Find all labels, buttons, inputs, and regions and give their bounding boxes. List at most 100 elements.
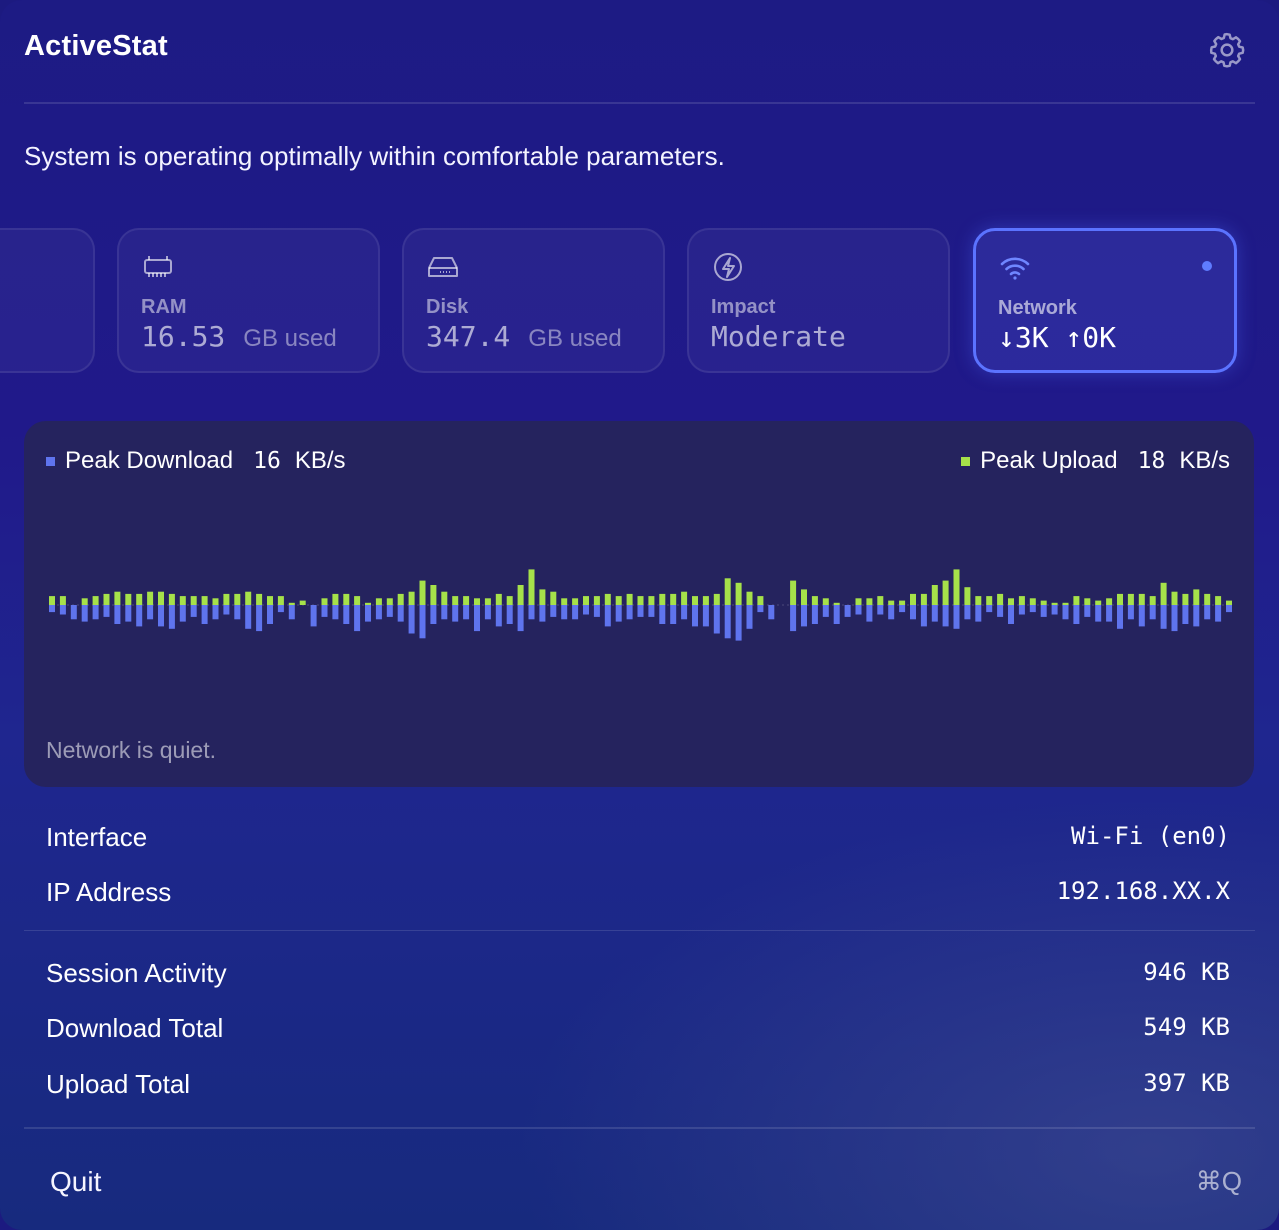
upload-bar [1062, 602, 1069, 605]
download-bar [354, 605, 361, 632]
card-partial[interactable] [0, 228, 95, 373]
download-bar [81, 605, 88, 622]
card-ram[interactable]: RAM 16.53 GB used [117, 228, 380, 373]
download-bar [92, 605, 99, 620]
download-bar [1182, 605, 1189, 624]
download-bar [822, 605, 829, 617]
download-bar [942, 605, 949, 627]
disk-value: 347.4 [426, 320, 511, 353]
traffic-bars [49, 569, 1232, 641]
hard-drive-icon [428, 257, 458, 277]
disk-unit: GB used [528, 325, 622, 352]
ram-label: RAM [141, 296, 187, 318]
download-bar [517, 605, 524, 632]
download-bar [256, 605, 263, 632]
download-bar [136, 605, 143, 627]
download-bar [1117, 605, 1123, 629]
download-bar [561, 605, 568, 620]
upload-bar [659, 593, 666, 605]
download-bar [888, 605, 895, 620]
upload-bar [495, 593, 502, 605]
gear-icon[interactable] [1207, 30, 1247, 70]
download-bar [310, 605, 317, 627]
download-bar [681, 605, 688, 620]
download-bar [1062, 605, 1069, 620]
ip-label: IP Address [46, 877, 172, 907]
download-bar [757, 605, 764, 613]
download-bar [1171, 605, 1178, 632]
download-bar [1018, 605, 1025, 615]
download-bar [1149, 605, 1156, 620]
upload-bar [49, 596, 55, 605]
download-bar [1029, 605, 1036, 613]
upload-bar [484, 598, 491, 605]
download-bar [70, 605, 77, 620]
upload-bar [539, 589, 546, 605]
upload-bar [1106, 598, 1113, 605]
upload-bar [1117, 593, 1123, 605]
upload-bar [822, 598, 829, 605]
upload-bar [1018, 596, 1025, 605]
download-bar [223, 605, 230, 615]
download-bar [408, 605, 415, 634]
upload-bar [430, 585, 437, 605]
download-bar [713, 605, 720, 634]
upload-bar [953, 569, 960, 605]
upload-bar [790, 580, 797, 605]
download-bar [288, 605, 295, 620]
download-bar [234, 605, 241, 620]
upload-bar [397, 593, 404, 605]
download-bar [1215, 605, 1222, 622]
download-bar [386, 605, 393, 617]
upload-bar [735, 582, 742, 605]
status-message: System is operating optimally within com… [24, 141, 725, 171]
upload-bar [1138, 593, 1145, 605]
upload-bar [833, 602, 840, 605]
interface-value: Wi-Fi (en0) [1071, 822, 1230, 850]
upload-bar [1215, 596, 1222, 605]
selected-indicator-dot [1202, 261, 1212, 271]
card-disk[interactable]: Disk 347.4 GB used [402, 228, 665, 373]
upload-bar [593, 596, 600, 605]
upload-bar [223, 593, 230, 605]
upload-bar [1084, 598, 1091, 605]
upload-bar [365, 602, 371, 605]
download-bar [670, 605, 677, 624]
upload-bar [408, 591, 415, 605]
download-bar [419, 605, 426, 639]
download-bar [212, 605, 219, 620]
network-graph: Peak Download 16 KB/s Peak Upload 18 KB/… [24, 421, 1254, 787]
card-impact[interactable]: Impact Moderate [687, 228, 950, 373]
download-bar [583, 605, 589, 615]
upload-bar [1029, 598, 1036, 605]
upload-bar [724, 578, 731, 605]
upload-bar [1204, 593, 1211, 605]
upload-bar [604, 593, 611, 605]
download-bar [1193, 605, 1200, 627]
download-bar [637, 605, 644, 617]
download-bar [931, 605, 938, 622]
disk-value-line: 347.4 GB used [426, 320, 622, 353]
upload-bar [1040, 600, 1047, 605]
upload-bar [583, 596, 589, 605]
download-bar [550, 605, 557, 617]
upload-bar [1182, 593, 1189, 605]
upload-bar [288, 602, 295, 605]
upload-bar [506, 596, 513, 605]
download-bar [1127, 605, 1134, 620]
upload-bar [637, 596, 644, 605]
quit-button[interactable]: Quit ⌘Q [24, 1150, 1254, 1216]
upload-bar [168, 593, 175, 605]
upload-bar [855, 598, 862, 605]
card-network[interactable]: Network ↓3K ↑0K [973, 228, 1237, 373]
download-bar [365, 605, 371, 622]
download-bar [1226, 605, 1232, 613]
download-bar [277, 605, 284, 613]
upload-bar [1171, 591, 1178, 605]
upload-bar [59, 596, 66, 605]
download-bar [953, 605, 960, 629]
download-bar [1051, 605, 1058, 615]
upload-bar [441, 591, 448, 605]
download-bar [855, 605, 862, 615]
upload-bar [899, 600, 906, 605]
